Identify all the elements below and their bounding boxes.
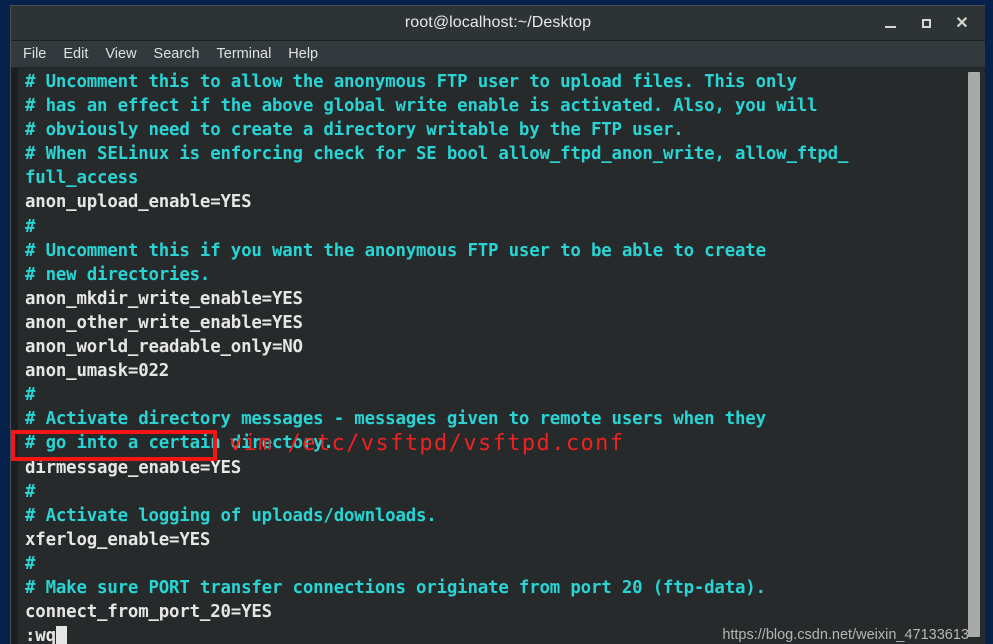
watermark-text: https://blog.csdn.net/weixin_47133613 xyxy=(722,627,969,643)
close-icon[interactable]: ✕ xyxy=(945,8,979,38)
window-controls: ✕ xyxy=(873,6,979,40)
terminal-line: connect_from_port_20=YES xyxy=(25,602,272,623)
terminal-line: # xyxy=(25,216,36,237)
window-titlebar[interactable]: root@localhost:~/Desktop ✕ xyxy=(11,6,985,41)
window-title: root@localhost:~/Desktop xyxy=(404,14,592,31)
terminal-line: anon_upload_enable=YES xyxy=(25,192,252,213)
terminal-line: # Activate logging of uploads/downloads. xyxy=(25,505,437,526)
text-cursor xyxy=(55,626,67,644)
terminal-line: # obviously need to create a directory w… xyxy=(25,120,684,141)
terminal-screen[interactable]: # Uncomment this to allow the anonymous … xyxy=(18,68,967,644)
desktop-background: root@localhost:~/Desktop ✕ File Edit Vie… xyxy=(0,0,993,644)
terminal-window: root@localhost:~/Desktop ✕ File Edit Vie… xyxy=(10,5,985,644)
terminal-body[interactable]: # Uncomment this to allow the anonymous … xyxy=(11,68,985,644)
terminal-line: # has an effect if the above global writ… xyxy=(25,96,818,117)
terminal-line: # xyxy=(25,385,36,406)
menu-bar: File Edit View Search Terminal Help xyxy=(11,41,985,68)
menu-item-search[interactable]: Search xyxy=(154,46,200,62)
terminal-line: anon_other_write_enable=YES xyxy=(25,312,303,333)
menu-item-help[interactable]: Help xyxy=(288,46,318,62)
terminal-line: # When SELinux is enforcing check for SE… xyxy=(25,144,849,165)
terminal-line: anon_mkdir_write_enable=YES xyxy=(25,288,303,309)
terminal-line: # Make sure PORT transfer connections or… xyxy=(25,577,766,598)
minimize-button[interactable] xyxy=(873,8,907,38)
menu-item-terminal[interactable]: Terminal xyxy=(217,46,272,62)
terminal-line: # Uncomment this if you want the anonymo… xyxy=(25,240,766,261)
annotation-note-text: vim /etc/vsftpd/vsftpd.conf xyxy=(229,431,625,456)
scrollbar-track[interactable] xyxy=(968,68,983,644)
terminal-line: full_access xyxy=(25,168,139,189)
command-text: :wq xyxy=(25,626,56,644)
scrollbar-thumb[interactable] xyxy=(968,72,980,637)
menu-item-view[interactable]: View xyxy=(105,46,136,62)
terminal-line: xferlog_enable=YES xyxy=(25,529,211,550)
maximize-button[interactable] xyxy=(909,8,943,38)
terminal-line: # Uncomment this to allow the anonymous … xyxy=(25,72,797,92)
terminal-line: anon_umask=022 xyxy=(25,361,170,382)
terminal-line: # xyxy=(25,481,36,502)
terminal-left-gutter xyxy=(11,68,18,644)
terminal-line: # xyxy=(25,553,36,574)
terminal-line: anon_world_readable_only=NO xyxy=(25,337,303,358)
menu-item-edit[interactable]: Edit xyxy=(63,46,88,62)
terminal-line: dirmessage_enable=YES xyxy=(25,457,242,478)
menu-item-file[interactable]: File xyxy=(23,46,46,62)
terminal-line: # new directories. xyxy=(25,264,211,285)
terminal-line: # Activate directory messages - messages… xyxy=(25,409,766,430)
